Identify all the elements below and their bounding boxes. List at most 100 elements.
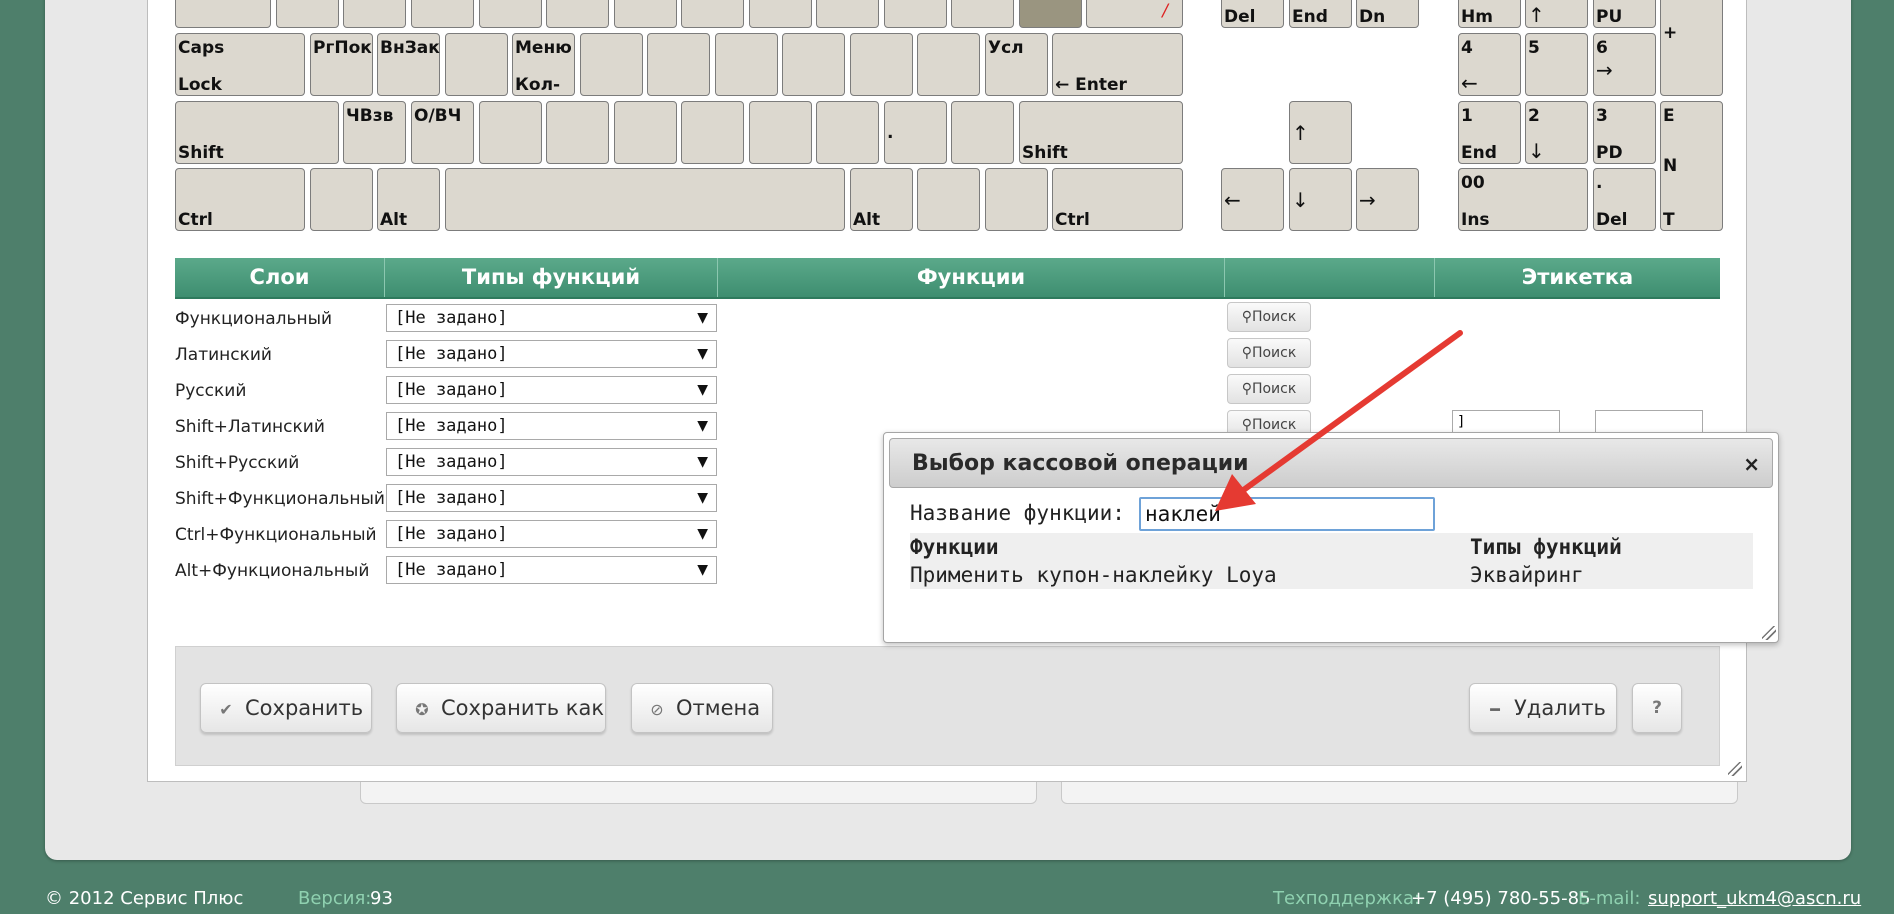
key[interactable] [985, 168, 1048, 231]
key-alt-right[interactable]: Alt [850, 168, 913, 231]
key[interactable] [782, 33, 845, 96]
function-type-select[interactable]: [Не задано] ▼ [386, 448, 717, 476]
key[interactable] [884, 0, 947, 28]
key[interactable] [546, 101, 609, 164]
key-numpad-1[interactable]: 1 End [1458, 101, 1521, 164]
key-numpad-6[interactable]: 6 → [1593, 33, 1656, 96]
check-circle-icon: ✪ [415, 700, 429, 719]
key[interactable] [310, 168, 373, 231]
function-type-select[interactable]: [Не задано] ▼ [386, 376, 717, 404]
key[interactable]: ВнЗак [377, 33, 440, 96]
key-numpad-3[interactable]: 3 PD [1593, 101, 1656, 164]
key-numpad-2[interactable]: 2 ↓ [1525, 101, 1588, 164]
key-numpad-enter[interactable]: E N T [1660, 101, 1723, 231]
dialog-resize-grip[interactable] [1762, 626, 1776, 640]
key-space[interactable] [445, 168, 845, 231]
help-button[interactable]: ? [1632, 683, 1682, 733]
key[interactable]: Усл [985, 33, 1048, 96]
key[interactable]: Меню Кол- [512, 33, 575, 96]
key-pagedown[interactable]: Dn [1356, 0, 1419, 28]
key-del[interactable]: Del [1221, 0, 1284, 28]
copyright: © 2012 Сервис Плюс [45, 888, 244, 909]
result-function-cell[interactable]: Применить купон-наклейку Loya [910, 563, 1277, 587]
key[interactable] [479, 101, 542, 164]
key[interactable]: РгПок [310, 33, 373, 96]
key[interactable]: О/ВЧ [411, 101, 474, 164]
email-link[interactable]: support_ukm4@ascn.ru [1648, 888, 1861, 909]
key-numpad-4[interactable]: 4 ← [1458, 33, 1521, 96]
function-type-select[interactable]: [Не задано] ▼ [386, 556, 717, 584]
key-arrow-right[interactable]: → [1356, 168, 1419, 231]
key-arrow-left[interactable]: ← [1221, 168, 1284, 231]
key[interactable] [951, 0, 1014, 28]
key[interactable] [614, 101, 677, 164]
key-capslock[interactable]: Caps Lock [175, 33, 305, 96]
label-input-secondary[interactable] [1595, 410, 1703, 434]
key-numpad-plus[interactable]: + [1660, 0, 1723, 96]
key-shift-right[interactable]: Shift [1019, 101, 1183, 164]
function-type-select[interactable]: [Не задано] ▼ [386, 484, 717, 512]
key-numpad-9[interactable]: PU [1593, 0, 1656, 28]
key[interactable] [614, 0, 677, 28]
key[interactable] [951, 101, 1014, 164]
key-backslash[interactable]: / [1086, 0, 1183, 28]
function-name-input[interactable]: наклей [1139, 497, 1435, 531]
key[interactable] [479, 0, 542, 28]
column-header-empty [1225, 258, 1435, 297]
key-ctrl-right[interactable]: Ctrl [1052, 168, 1183, 231]
key-end[interactable]: End [1289, 0, 1352, 28]
search-button[interactable]: ⚲Поиск [1227, 338, 1311, 368]
editor-resize-grip[interactable] [1728, 762, 1742, 776]
key[interactable] [445, 33, 508, 96]
key-alt-left[interactable]: Alt [377, 168, 440, 231]
key-numpad-8[interactable]: ↑ [1525, 0, 1588, 28]
key[interactable] [681, 0, 744, 28]
key[interactable] [276, 0, 339, 28]
key-numpad-0[interactable]: 00 Ins [1458, 168, 1588, 231]
dropdown-arrow-icon: ▼ [697, 382, 708, 398]
key[interactable] [681, 101, 744, 164]
key[interactable] [411, 0, 474, 28]
function-type-select[interactable]: [Не задано] ▼ [386, 340, 717, 368]
key[interactable] [546, 0, 609, 28]
key-numpad-5[interactable]: 5 [1525, 33, 1588, 96]
search-button-label: Поиск [1251, 381, 1297, 397]
function-type-select[interactable]: [Не задано] ▼ [386, 520, 717, 548]
key-shift-left[interactable]: Shift [175, 101, 339, 164]
function-type-select[interactable]: [Не задано] ▼ [386, 412, 717, 440]
key[interactable] [343, 0, 406, 28]
key[interactable] [816, 101, 879, 164]
key[interactable] [647, 33, 710, 96]
key[interactable] [175, 0, 271, 28]
key[interactable] [715, 33, 778, 96]
key[interactable] [816, 0, 879, 28]
key[interactable]: . [884, 101, 947, 164]
result-type-cell[interactable]: Эквайринг [1470, 563, 1584, 587]
function-type-select[interactable]: [Не задано] ▼ [386, 304, 717, 332]
key-label: E [1663, 106, 1675, 126]
key[interactable] [749, 101, 812, 164]
key[interactable] [580, 33, 643, 96]
key[interactable] [917, 168, 980, 231]
key-numpad-dot[interactable]: . Del [1593, 168, 1656, 231]
dropdown-arrow-icon: ▼ [697, 418, 708, 434]
key[interactable]: ЧВзв [343, 101, 406, 164]
key-arrow-down[interactable]: ↓ [1289, 168, 1352, 231]
delete-button[interactable]: ━ Удалить [1469, 683, 1617, 733]
key[interactable] [917, 33, 980, 96]
close-icon[interactable]: × [1743, 439, 1760, 489]
label-input[interactable]: ] [1452, 410, 1560, 434]
search-button[interactable]: ⚲Поиск [1227, 374, 1311, 404]
key-arrow-up[interactable]: ↑ [1289, 101, 1352, 164]
key-enter[interactable]: ← Enter [1052, 33, 1183, 96]
save-as-button[interactable]: ✪ Сохранить как [396, 683, 606, 733]
key-numpad-7[interactable]: Hm [1458, 0, 1521, 28]
dialog-titlebar[interactable]: Выбор кассовой операции × [889, 438, 1773, 488]
key-ctrl-left[interactable]: Ctrl [175, 168, 305, 231]
key-selected[interactable] [1019, 0, 1082, 28]
save-button[interactable]: ✔ Сохранить [200, 683, 372, 733]
key[interactable] [749, 0, 812, 28]
cancel-button[interactable]: ⊘ Отмена [631, 683, 773, 733]
key[interactable] [850, 33, 913, 96]
search-button[interactable]: ⚲Поиск [1227, 302, 1311, 332]
